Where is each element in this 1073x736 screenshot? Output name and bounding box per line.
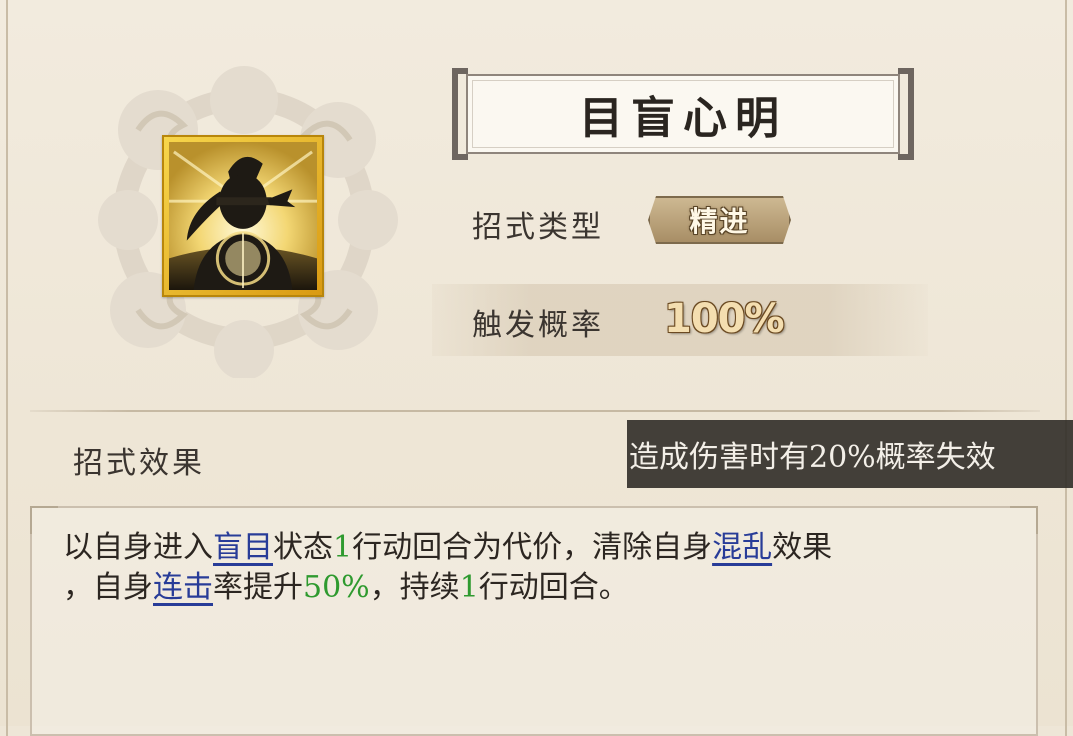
description-text: 以自身进入 <box>63 530 213 565</box>
description-text: 行动回合。 <box>478 570 629 605</box>
description-text: 状态 <box>273 530 333 565</box>
effect-tooltip: 造成伤害时有20%概率失效 <box>627 420 1073 488</box>
skill-name: 目盲心明 <box>579 93 787 144</box>
keyword-link[interactable]: 盲目 <box>213 530 273 565</box>
numeric-value: 1 <box>333 530 353 565</box>
blindfolded-monk-icon <box>169 142 317 290</box>
description-line-2: ，自身连击率提升50%，持续1行动回合。 <box>63 562 629 606</box>
keyword-link[interactable]: 混乱 <box>712 530 772 565</box>
section-divider <box>30 410 1040 412</box>
description-text: 率提升 <box>213 570 303 605</box>
skill-detail-panel: 目盲心明 招式类型 精进 触发概率 100% 招式效果 造成伤害时有20%概率失… <box>0 0 1073 736</box>
description-text: ，持续 <box>369 570 460 605</box>
skill-icon[interactable] <box>162 135 324 297</box>
description-text: 效果 <box>772 530 833 565</box>
description-text: ，自身 <box>63 570 153 605</box>
description-line-1: 以自身进入盲目状态1行动回合为代价，清除自身混乱效果 <box>63 522 832 566</box>
tooltip-text: 造成伤害时有20%概率失效 <box>629 440 996 475</box>
type-badge: 精进 <box>648 196 791 244</box>
effect-label: 招式效果 <box>73 446 205 481</box>
skill-title-plate: 目盲心明 <box>452 68 914 160</box>
type-value: 精进 <box>689 205 750 238</box>
title-bracket-right <box>898 68 914 160</box>
description-text: 行动回合为代价，清除自身 <box>352 530 713 565</box>
probability-value: 100% <box>664 296 785 342</box>
probability-label: 触发概率 <box>472 308 604 343</box>
numeric-value: 1 <box>459 570 479 605</box>
numeric-value: 50% <box>303 570 370 605</box>
type-label: 招式类型 <box>472 210 604 245</box>
keyword-link[interactable]: 连击 <box>153 570 213 605</box>
title-inner: 目盲心明 <box>466 74 900 154</box>
